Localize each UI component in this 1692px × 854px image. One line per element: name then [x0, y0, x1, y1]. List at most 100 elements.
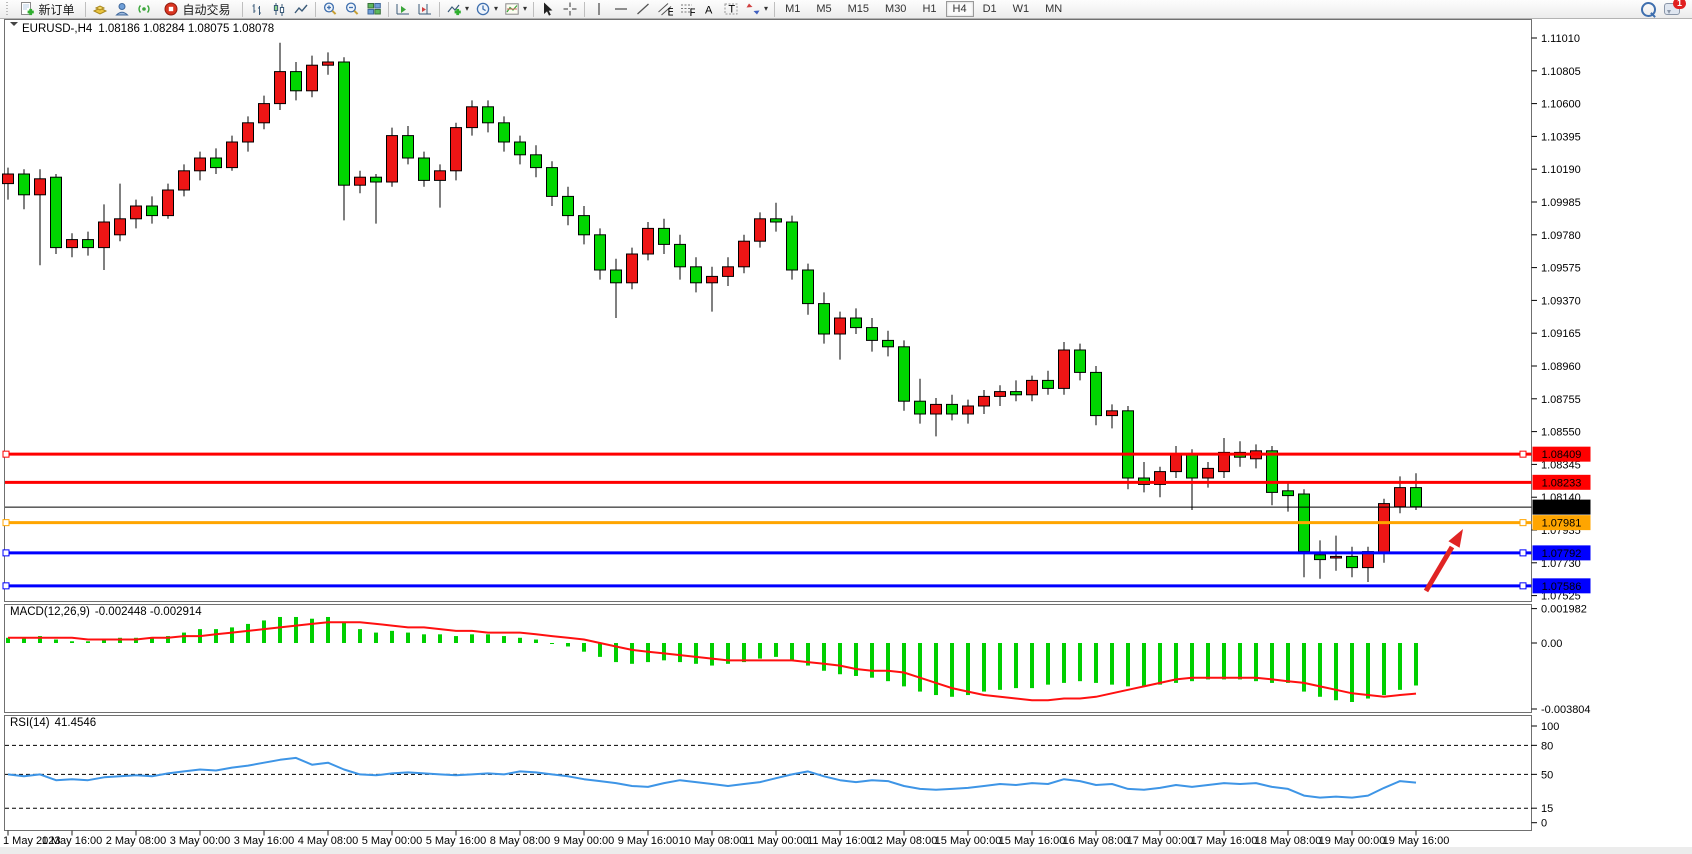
candlestick-chart-button[interactable]	[268, 1, 290, 18]
macd-histogram-bar	[1126, 643, 1130, 686]
candle-down	[771, 219, 782, 222]
macd-indicator-label: MACD(12,26,9)-0.002448 -0.002914	[10, 606, 202, 618]
tile-windows-button[interactable]	[363, 1, 385, 18]
line-handle-right[interactable]	[1520, 451, 1526, 457]
macd-histogram-bar	[582, 643, 586, 652]
crosshair-icon	[562, 1, 578, 17]
cursor-arrow-icon	[540, 1, 556, 17]
time-axis-label: 1 May 16:00	[42, 835, 103, 847]
candle-up	[451, 128, 462, 171]
trendline-button[interactable]	[632, 1, 654, 18]
new-order-button[interactable]: 新订单	[12, 1, 82, 18]
line-chart-icon	[293, 1, 309, 17]
toolbar-separator	[388, 2, 389, 17]
timeframe-button-M30[interactable]: M30	[878, 1, 913, 17]
toolbar-separator	[439, 2, 440, 17]
line-handle-right[interactable]	[1520, 583, 1526, 589]
toolbar-separator	[584, 2, 585, 17]
ohlc-values: 1.08186 1.08284 1.08075 1.08078	[98, 23, 274, 35]
candle-down	[531, 155, 542, 168]
rsi-axis-label: 50	[1541, 769, 1553, 781]
macd-histogram-bar	[662, 643, 666, 660]
zoom-out-button[interactable]	[341, 1, 363, 18]
autotrading-label: 自动交易	[182, 1, 230, 18]
timeframe-button-M15[interactable]: M15	[841, 1, 876, 17]
autotrading-icon	[163, 1, 179, 17]
arrows-button[interactable]: ▾	[742, 1, 771, 18]
svg-text:A: A	[705, 5, 713, 17]
symbol-label: EURUSD-,H4	[22, 23, 92, 35]
macd-histogram-bar	[390, 631, 394, 643]
timeframe-button-W1[interactable]: W1	[1006, 1, 1037, 17]
macd-histogram-bar	[982, 643, 986, 692]
channel-button[interactable]: E	[654, 1, 676, 18]
macd-histogram-bar	[214, 629, 218, 643]
line-handle-left[interactable]	[3, 550, 9, 556]
symbol-dropdown-icon[interactable]	[10, 22, 18, 30]
macd-histogram-bar	[1382, 643, 1386, 695]
toolbar-separator	[774, 2, 775, 17]
ohlc-bars-icon	[249, 1, 265, 17]
macd-histogram-bar	[678, 643, 682, 662]
text-button[interactable]: A	[698, 1, 720, 18]
crosshair-button[interactable]	[559, 1, 581, 18]
text-label-button[interactable]: T	[720, 1, 742, 18]
indicators-button[interactable]: ▾	[443, 1, 472, 18]
macd-histogram-bar	[86, 641, 90, 643]
timeframe-group: M1M5M15M30H1H4D1W1MN	[778, 1, 1069, 17]
candle-down	[339, 62, 350, 185]
timeframe-button-H4[interactable]: H4	[946, 1, 974, 17]
bar-chart-button[interactable]	[246, 1, 268, 18]
bottom-strip	[0, 847, 1692, 854]
macd-histogram-bar	[1254, 643, 1258, 681]
signals-button[interactable]	[133, 1, 155, 18]
macd-histogram-bar	[1174, 643, 1178, 683]
cursor-button[interactable]	[537, 1, 559, 18]
toolbar-separator	[242, 2, 243, 17]
deposit-button[interactable]	[89, 1, 111, 18]
auto-scroll-button[interactable]	[392, 1, 414, 18]
macd-histogram-bar	[486, 634, 490, 643]
candle-down	[1123, 411, 1134, 478]
candle-up	[67, 240, 78, 248]
line-handle-left[interactable]	[3, 520, 9, 526]
templates-button[interactable]: ▾	[501, 1, 530, 18]
candle-down	[787, 222, 798, 270]
horizontal-line-button[interactable]	[610, 1, 632, 18]
macd-histogram-bar	[406, 633, 410, 643]
candle-up	[179, 171, 190, 190]
timeframe-button-D1[interactable]: D1	[976, 1, 1004, 17]
time-axis-label: 17 May 16:00	[1191, 835, 1258, 847]
chart-shift-button[interactable]	[414, 1, 436, 18]
macd-histogram-bar	[294, 617, 298, 643]
line-handle-left[interactable]	[3, 583, 9, 589]
timeframe-button-H1[interactable]: H1	[915, 1, 943, 17]
zoom-in-button[interactable]	[319, 1, 341, 18]
line-handle-right[interactable]	[1520, 550, 1526, 556]
search-icon[interactable]	[1641, 2, 1656, 17]
timeframe-button-M1[interactable]: M1	[778, 1, 807, 17]
candle-up	[1331, 556, 1342, 558]
fibonacci-button[interactable]: F	[676, 1, 698, 18]
notifications-button[interactable]: 1	[1664, 1, 1682, 17]
candle-down	[867, 328, 878, 341]
macd-histogram-bar	[1286, 643, 1290, 683]
line-handle-left[interactable]	[3, 451, 9, 457]
timeframe-button-M5[interactable]: M5	[809, 1, 838, 17]
line-chart-button[interactable]	[290, 1, 312, 18]
candle-down	[851, 318, 862, 328]
rsi-axis-label: 80	[1541, 740, 1553, 752]
line-handle-right[interactable]	[1520, 520, 1526, 526]
candle-down	[803, 270, 814, 304]
price-axis-label: 1.08755	[1541, 394, 1581, 406]
timeframe-button-MN[interactable]: MN	[1038, 1, 1069, 17]
dropdown-caret-icon: ▾	[764, 5, 768, 13]
periods-button[interactable]: ▾	[472, 1, 501, 18]
toolbar-separator	[533, 2, 534, 17]
autotrading-button[interactable]: 自动交易	[155, 1, 239, 18]
vertical-line-button[interactable]	[588, 1, 610, 18]
community-button[interactable]	[111, 1, 133, 18]
svg-text:F: F	[690, 7, 696, 17]
candle-down	[547, 168, 558, 197]
candle-down	[403, 136, 414, 158]
